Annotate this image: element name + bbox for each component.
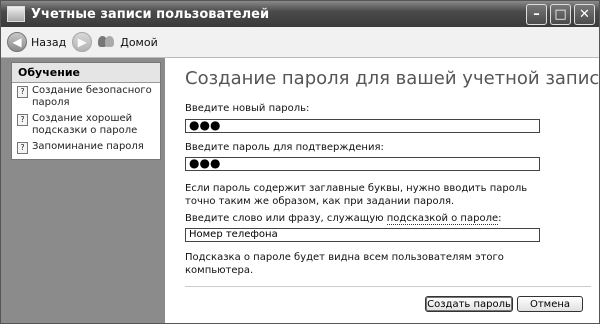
sidebar-item-label: Создание хорошей подсказки о пароле — [32, 113, 138, 136]
learn-about-box: Обучение ? Создание безопасного пароля ?… — [11, 62, 161, 160]
hint-prompt-suffix: : — [498, 213, 502, 224]
help-topic-icon: ? — [17, 114, 28, 126]
back-arrow-icon: ◀ — [7, 32, 27, 52]
case-sensitivity-note: Если пароль содержит заглавные буквы, ну… — [185, 183, 528, 207]
help-topic-icon: ? — [17, 86, 28, 98]
forward-button[interactable]: ▶ — [72, 32, 93, 52]
create-password-button[interactable]: Создать пароль — [425, 296, 513, 312]
left-pane: Обучение ? Создание безопасного пароля ?… — [1, 58, 165, 323]
minimize-button[interactable]: – — [526, 3, 547, 25]
toolbar: ◀ Назад ▶ Домой — [1, 27, 599, 58]
hint-prompt: Введите слово или фразу, служащую подска… — [185, 213, 502, 225]
home-button[interactable]: Домой — [98, 34, 158, 50]
sidebar-item-label: Запоминание пароля — [32, 141, 144, 152]
back-button[interactable]: ◀ Назад — [7, 32, 66, 52]
divider — [185, 286, 591, 287]
confirm-password-input[interactable]: ●●● — [185, 157, 540, 171]
password-hint-input[interactable]: Номер телефона — [185, 228, 540, 242]
password-hint-link[interactable]: подсказкой о пароле — [386, 213, 499, 225]
close-button[interactable]: ✕ — [574, 3, 595, 25]
main-pane: Создание пароля для вашей учетной записи… — [165, 58, 600, 323]
new-password-input[interactable]: ●●● — [185, 119, 540, 133]
new-password-label: Введите новый пароль: — [185, 103, 310, 114]
sidebar-item-good-hint[interactable]: ? Создание хорошей подсказки о пароле — [12, 111, 160, 139]
cancel-button[interactable]: Отмена — [517, 296, 583, 312]
user-accounts-window: Учетные записи пользователей – □ ✕ ◀ Наз… — [0, 0, 600, 324]
home-label: Домой — [120, 35, 158, 49]
users-home-icon — [98, 34, 116, 50]
page-title: Создание пароля для вашей учетной записи — [185, 68, 600, 89]
maximize-button[interactable]: □ — [550, 3, 571, 25]
help-topic-icon: ? — [17, 142, 28, 154]
sidebar-item-secure-password[interactable]: ? Создание безопасного пароля — [12, 83, 160, 111]
sidebar-item-remember-password[interactable]: ? Запоминание пароля — [12, 139, 160, 159]
hint-visibility-note: Подсказка о пароле будет видна всем поль… — [185, 252, 504, 276]
user-accounts-icon — [7, 6, 25, 22]
back-label: Назад — [31, 35, 67, 49]
sidebar-item-label: Создание безопасного пароля — [32, 85, 152, 108]
window-title: Учетные записи пользователей — [31, 6, 270, 22]
hint-prompt-prefix: Введите слово или фразу, служащую — [185, 213, 387, 224]
title-bar[interactable]: Учетные записи пользователей – □ ✕ — [1, 1, 599, 27]
learn-about-title: Обучение — [12, 63, 160, 83]
confirm-password-label: Введите пароль для подтверждения: — [185, 142, 384, 153]
